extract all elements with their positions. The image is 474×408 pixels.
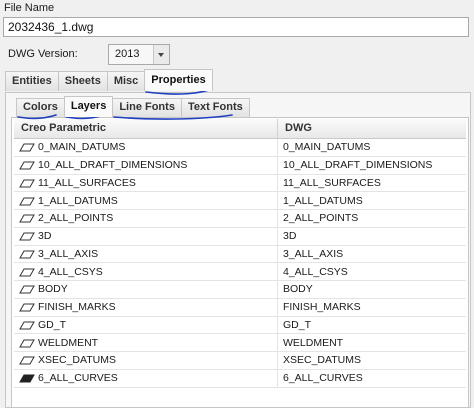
dwg-layer-cell[interactable]: 10_ALL_DRAFT_DIMENSIONS xyxy=(278,159,432,171)
dwg-version-select[interactable]: 2013 xyxy=(108,44,170,65)
creo-layer-cell[interactable]: XSEC_DATUMS xyxy=(14,352,278,369)
table-row[interactable]: 3D 3D xyxy=(14,227,466,246)
creo-layer-cell[interactable]: 0_MAIN_DATUMS xyxy=(14,139,278,156)
dwg-layer-cell[interactable]: FINISH_MARKS xyxy=(278,301,361,313)
layer-icon xyxy=(19,232,35,241)
creo-layer-cell[interactable]: 3D xyxy=(14,227,278,245)
creo-layer-name: GD_T xyxy=(38,318,67,331)
creo-layer-cell[interactable]: FINISH_MARKS xyxy=(14,298,278,316)
layer-icon xyxy=(19,303,35,312)
table-row[interactable]: XSEC_DATUMS XSEC_DATUMS xyxy=(14,352,466,370)
table-row[interactable]: 10_ALL_DRAFT_DIMENSIONS 10_ALL_DRAFT_DIME… xyxy=(14,156,466,175)
table-row[interactable]: 1_ALL_DATUMS 1_ALL_DATUMS xyxy=(14,192,466,210)
creo-layer-name: 2_ALL_POINTS xyxy=(38,212,114,225)
creo-layer-name: 3D xyxy=(38,230,52,243)
creo-layer-name: 1_ALL_DATUMS xyxy=(38,194,118,207)
tab-line-fonts[interactable]: Line Fonts xyxy=(112,98,182,117)
table-row[interactable]: 6_ALL_CURVES 6_ALL_CURVES xyxy=(14,369,466,388)
dwg-layer-cell[interactable]: 3_ALL_AXIS xyxy=(278,248,343,260)
tab-layers[interactable]: Layers xyxy=(63,96,114,117)
layer-icon xyxy=(19,250,35,259)
column-header-dwg[interactable]: DWG xyxy=(278,119,312,138)
layer-icon xyxy=(19,197,35,206)
creo-layer-cell[interactable]: 11_ALL_SURFACES xyxy=(14,174,278,192)
layer-icon xyxy=(19,268,35,277)
tab-properties[interactable]: Properties xyxy=(144,69,213,91)
creo-layer-name: 4_ALL_CSYS xyxy=(38,265,103,278)
table-row[interactable]: FINISH_MARKS FINISH_MARKS xyxy=(14,298,466,317)
creo-layer-name: 0_MAIN_DATUMS xyxy=(38,141,126,154)
creo-layer-cell[interactable]: 1_ALL_DATUMS xyxy=(14,192,278,209)
creo-layer-cell[interactable]: 6_ALL_CURVES xyxy=(14,369,278,387)
dwg-layer-cell[interactable]: WELDMENT xyxy=(278,337,343,349)
creo-layer-cell[interactable]: 4_ALL_CSYS xyxy=(14,263,278,280)
creo-layer-name: 6_ALL_CURVES xyxy=(38,372,118,385)
tab-colors[interactable]: Colors xyxy=(16,98,65,117)
tab-entities[interactable]: Entities xyxy=(5,71,59,91)
tab-sheets[interactable]: Sheets xyxy=(57,71,108,91)
creo-layer-cell[interactable]: GD_T xyxy=(14,316,278,334)
dwg-layer-cell[interactable]: XSEC_DATUMS xyxy=(278,354,361,366)
table-row[interactable]: 11_ALL_SURFACES 11_ALL_SURFACES xyxy=(14,174,466,193)
dwg-layer-cell[interactable]: 1_ALL_DATUMS xyxy=(278,195,363,207)
creo-layer-cell[interactable]: 2_ALL_POINTS xyxy=(14,210,278,227)
table-row[interactable]: 0_MAIN_DATUMS 0_MAIN_DATUMS xyxy=(14,139,466,157)
dwg-layer-cell[interactable]: 2_ALL_POINTS xyxy=(278,212,358,224)
table-row[interactable]: 2_ALL_POINTS 2_ALL_POINTS xyxy=(14,210,466,228)
layer-mapping-table: Creo Parametric DWG 0_MAIN_DATUMS 0_MAIN_… xyxy=(14,119,466,388)
dwg-layer-cell[interactable]: 11_ALL_SURFACES xyxy=(278,177,381,189)
table-header: Creo Parametric DWG xyxy=(14,119,466,139)
creo-layer-name: 3_ALL_AXIS xyxy=(38,247,99,260)
table-row[interactable]: 3_ALL_AXIS 3_ALL_AXIS xyxy=(14,245,466,264)
file-name-label: File Name xyxy=(4,2,55,14)
layer-icon xyxy=(19,339,35,348)
creo-layer-cell[interactable]: 3_ALL_AXIS xyxy=(14,245,278,263)
table-row[interactable]: 4_ALL_CSYS 4_ALL_CSYS xyxy=(14,263,466,281)
main-tab-bar: Entities Sheets Misc Properties xyxy=(5,69,213,93)
creo-layer-name: WELDMENT xyxy=(38,336,99,349)
chevron-down-icon[interactable] xyxy=(153,45,169,64)
dwg-layer-cell[interactable]: 3D xyxy=(278,230,296,242)
dwg-version-value: 2013 xyxy=(115,48,140,60)
layer-icon xyxy=(19,179,35,188)
layer-icon xyxy=(19,143,35,152)
layer-icon xyxy=(19,321,35,330)
dwg-layer-cell[interactable]: 6_ALL_CURVES xyxy=(278,372,363,384)
dwg-layer-cell[interactable]: 0_MAIN_DATUMS xyxy=(278,141,370,153)
table-row[interactable]: BODY BODY xyxy=(14,281,466,299)
layer-icon xyxy=(19,356,35,365)
creo-layer-cell[interactable]: 10_ALL_DRAFT_DIMENSIONS xyxy=(14,156,278,174)
layer-filled-icon xyxy=(19,374,35,383)
column-header-creo[interactable]: Creo Parametric xyxy=(14,119,278,138)
layer-icon xyxy=(19,214,35,223)
dwg-layer-cell[interactable]: 4_ALL_CSYS xyxy=(278,266,348,278)
file-name-field[interactable]: 2032436_1.dwg xyxy=(3,17,469,37)
creo-layer-name: BODY xyxy=(38,283,68,296)
layer-icon xyxy=(19,285,35,294)
dwg-version-label: DWG Version: xyxy=(8,48,78,60)
creo-layer-name: XSEC_DATUMS xyxy=(38,354,116,367)
tab-misc[interactable]: Misc xyxy=(106,71,146,91)
tab-text-fonts[interactable]: Text Fonts xyxy=(180,98,250,117)
table-row[interactable]: WELDMENT WELDMENT xyxy=(14,334,466,352)
creo-layer-cell[interactable]: WELDMENT xyxy=(14,334,278,351)
table-row[interactable]: GD_T GD_T xyxy=(14,316,466,335)
sub-tab-bar: Colors Layers Line Fonts Text Fonts xyxy=(16,96,250,118)
creo-layer-name: 10_ALL_DRAFT_DIMENSIONS xyxy=(38,159,188,172)
creo-layer-name: 11_ALL_SURFACES xyxy=(38,176,136,189)
dwg-layer-cell[interactable]: BODY xyxy=(278,283,313,295)
creo-layer-name: FINISH_MARKS xyxy=(38,301,116,314)
layer-icon xyxy=(19,161,35,170)
creo-layer-cell[interactable]: BODY xyxy=(14,281,278,298)
dwg-layer-cell[interactable]: GD_T xyxy=(278,319,311,331)
table-body: 0_MAIN_DATUMS 0_MAIN_DATUMS 10_ALL_DRAFT_D… xyxy=(14,139,466,388)
